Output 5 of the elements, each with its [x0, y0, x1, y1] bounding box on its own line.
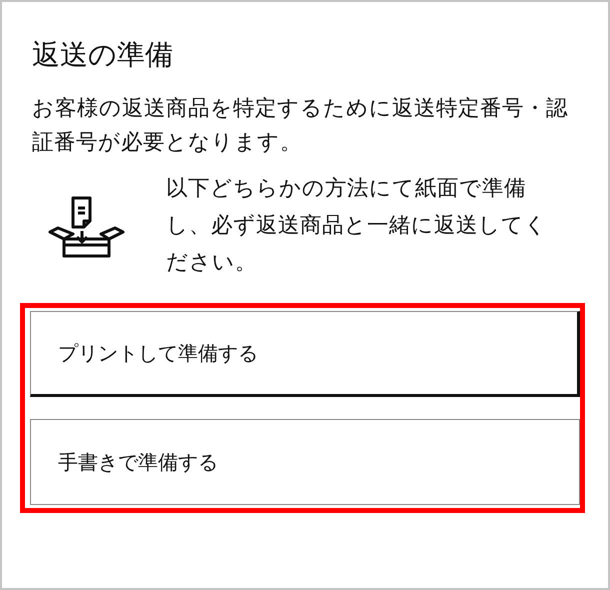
dialog-title: 返送の準備 — [32, 37, 174, 73]
instruction-text: 以下どちらかの方法にて紙面で準備し、必ず返送商品と一緒に返送してください。 — [166, 175, 548, 277]
option-button[interactable]: プリントして準備する — [30, 311, 580, 397]
option-button[interactable]: 手書きで準備する — [30, 419, 580, 505]
description-text: お客様の返送商品を特定するために返送特定番号・認証番号が必要となります。 — [32, 95, 569, 157]
